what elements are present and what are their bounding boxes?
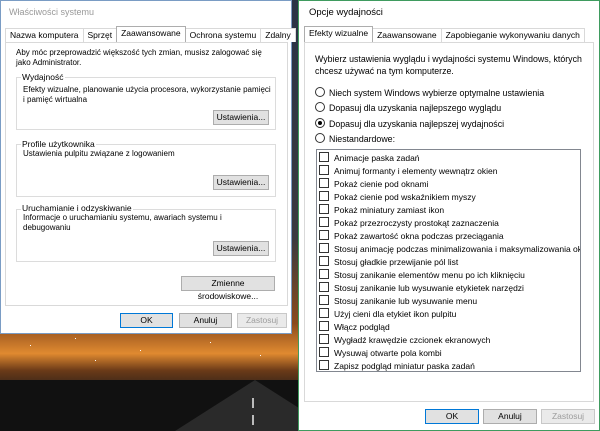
- performance-cancel-button[interactable]: Anuluj: [483, 409, 537, 424]
- checkbox-icon: [319, 347, 329, 357]
- ok-button[interactable]: OK: [120, 313, 173, 328]
- radio-selected-icon: [315, 118, 325, 128]
- visual-effects-list[interactable]: Animacje paska zadań Animuj formanty i e…: [316, 149, 581, 372]
- effect-label: Animacje paska zadań: [334, 153, 420, 163]
- effect-label: Pokaż przezroczysty prostokąt zaznaczeni…: [334, 218, 499, 228]
- checkbox-icon: [319, 230, 329, 240]
- effect-label: Pokaż cienie pod oknami: [334, 179, 429, 189]
- checkbox-icon: [319, 321, 329, 331]
- checkbox-icon: [319, 152, 329, 162]
- effect-label: Pokaż cienie pod wskaźnikiem myszy: [334, 192, 476, 202]
- effect-item[interactable]: Stosuj zanikanie lub wysuwanie etykietek…: [319, 282, 524, 294]
- tab-strip: Nazwa komputera Sprzęt Zaawansowane Ochr…: [5, 26, 296, 43]
- effect-item[interactable]: Pokaż cienie pod wskaźnikiem myszy: [319, 191, 476, 203]
- tab-system-protection[interactable]: Ochrona systemu: [184, 28, 262, 42]
- checkbox-icon: [319, 282, 329, 292]
- radio-let-windows-choose[interactable]: Niech system Windows wybierze optymalne …: [315, 87, 544, 99]
- checkbox-icon: [319, 204, 329, 214]
- radio-label: Dopasuj dla uzyskania najlepszego wygląd…: [329, 103, 502, 113]
- tab-hardware[interactable]: Sprzęt: [82, 28, 118, 42]
- tab-advanced[interactable]: Zaawansowane: [372, 28, 442, 42]
- user-profiles-settings-button[interactable]: Ustawienia...: [213, 175, 269, 190]
- checkbox-icon: [319, 165, 329, 175]
- checkbox-icon: [319, 295, 329, 305]
- admin-notice: Aby móc przeprowadzić większość tych zmi…: [16, 48, 262, 67]
- radio-best-appearance[interactable]: Dopasuj dla uzyskania najlepszego wygląd…: [315, 102, 501, 114]
- tab-advanced[interactable]: Zaawansowane: [116, 26, 186, 42]
- checkbox-icon: [319, 217, 329, 227]
- environment-variables-button[interactable]: Zmienne środowiskowe...: [181, 276, 275, 301]
- effect-label: Włącz podgląd: [334, 322, 390, 332]
- user-profiles-group-title: Profile użytkownika: [21, 139, 96, 149]
- title-bar[interactable]: Właściwości systemu: [1, 1, 291, 23]
- effect-label: Stosuj animację podczas minimalizowania …: [334, 244, 581, 254]
- effect-label: Pokaż zawartość okna podczas przeciągani…: [334, 231, 504, 241]
- radio-label: Dopasuj dla uzyskania najlepszej wydajno…: [329, 119, 505, 129]
- window-title: Opcje wydajności: [309, 7, 383, 18]
- checkbox-icon: [319, 256, 329, 266]
- effect-label: Użyj cieni dla etykiet ikon pulpitu: [334, 309, 457, 319]
- visual-effects-description: Wybierz ustawienia wyglądu i wydajności …: [315, 54, 582, 76]
- radio-button-icon: [315, 133, 325, 143]
- title-bar[interactable]: Opcje wydajności: [299, 1, 599, 23]
- effect-item[interactable]: Stosuj gładkie przewijanie pól list: [319, 256, 458, 268]
- effect-item[interactable]: Stosuj zanikanie elementów menu po ich k…: [319, 269, 525, 281]
- effect-label: Wysuwaj otwarte pola kombi: [334, 348, 442, 358]
- user-profiles-description: Ustawienia pulpitu związane z logowaniem: [23, 149, 175, 158]
- effect-item[interactable]: Zapisz podgląd miniatur paska zadań: [319, 360, 475, 371]
- radio-button-icon: [315, 87, 325, 97]
- performance-apply-button[interactable]: Zastosuj: [541, 409, 595, 424]
- effect-item[interactable]: Włącz podgląd: [319, 321, 390, 333]
- effect-label: Wygładź krawędzie czcionek ekranowych: [334, 335, 491, 345]
- radio-label: Niech system Windows wybierze optymalne …: [329, 88, 545, 98]
- cancel-button[interactable]: Anuluj: [179, 313, 232, 328]
- tab-visual-effects[interactable]: Efekty wizualne: [304, 26, 374, 42]
- effect-label: Animuj formanty i elementy wewnątrz okie…: [334, 166, 498, 176]
- effect-item[interactable]: Wygładź krawędzie czcionek ekranowych: [319, 334, 490, 346]
- effect-item[interactable]: Stosuj animację podczas minimalizowania …: [319, 243, 581, 255]
- window-title: Właściwości systemu: [9, 7, 95, 17]
- startup-recovery-group-title: Uruchamianie i odzyskiwanie: [21, 203, 133, 213]
- tab-strip: Efekty wizualne Zaawansowane Zapobiegani…: [304, 26, 585, 43]
- system-properties-window: Właściwości systemu Nazwa komputera Sprz…: [0, 0, 296, 334]
- tab-data-execution-prevention[interactable]: Zapobieganie wykonywaniu danych: [440, 28, 585, 42]
- radio-best-performance[interactable]: Dopasuj dla uzyskania najlepszej wydajno…: [315, 118, 504, 130]
- startup-recovery-description: Informacje o uruchamianiu systemu, awari…: [23, 213, 222, 232]
- checkbox-icon: [319, 308, 329, 318]
- effect-label: Stosuj gładkie przewijanie pól list: [334, 257, 459, 267]
- checkbox-icon: [319, 334, 329, 344]
- effect-item[interactable]: Animacje paska zadań: [319, 152, 420, 164]
- tab-remote[interactable]: Zdalny: [260, 28, 296, 42]
- startup-recovery-settings-button[interactable]: Ustawienia...: [213, 241, 269, 256]
- effect-item[interactable]: Użyj cieni dla etykiet ikon pulpitu: [319, 308, 456, 320]
- radio-label: Niestandardowe:: [329, 134, 396, 144]
- effect-label: Stosuj zanikanie lub wysuwanie etykietek…: [334, 283, 524, 293]
- effect-label: Zapisz podgląd miniatur paska zadań: [334, 361, 475, 371]
- effect-item[interactable]: Wysuwaj otwarte pola kombi: [319, 347, 442, 359]
- tab-computer-name[interactable]: Nazwa komputera: [5, 28, 84, 42]
- effect-item[interactable]: Pokaż miniatury zamiast ikon: [319, 204, 444, 216]
- checkbox-icon: [319, 243, 329, 253]
- effect-item[interactable]: Animuj formanty i elementy wewnątrz okie…: [319, 165, 497, 177]
- performance-settings-button[interactable]: Ustawienia...: [213, 110, 269, 125]
- effect-label: Stosuj zanikanie lub wysuwanie menu: [334, 296, 478, 306]
- radio-button-icon: [315, 102, 325, 112]
- performance-description: Efekty wizualne, planowanie użycia proce…: [23, 85, 271, 104]
- effect-item[interactable]: Pokaż przezroczysty prostokąt zaznaczeni…: [319, 217, 499, 229]
- checkbox-icon: [319, 269, 329, 279]
- performance-ok-button[interactable]: OK: [425, 409, 479, 424]
- performance-group-title: Wydajność: [21, 72, 65, 82]
- checkbox-icon: [319, 178, 329, 188]
- effect-item[interactable]: Stosuj zanikanie lub wysuwanie menu: [319, 295, 477, 307]
- effect-label: Stosuj zanikanie elementów menu po ich k…: [334, 270, 525, 280]
- effect-item[interactable]: Pokaż zawartość okna podczas przeciągani…: [319, 230, 504, 242]
- effect-item[interactable]: Pokaż cienie pod oknami: [319, 178, 429, 190]
- radio-custom[interactable]: Niestandardowe:: [315, 133, 395, 145]
- checkbox-icon: [319, 191, 329, 201]
- checkbox-icon: [319, 360, 329, 370]
- effect-label: Pokaż miniatury zamiast ikon: [334, 205, 445, 215]
- apply-button[interactable]: Zastosuj: [237, 313, 287, 328]
